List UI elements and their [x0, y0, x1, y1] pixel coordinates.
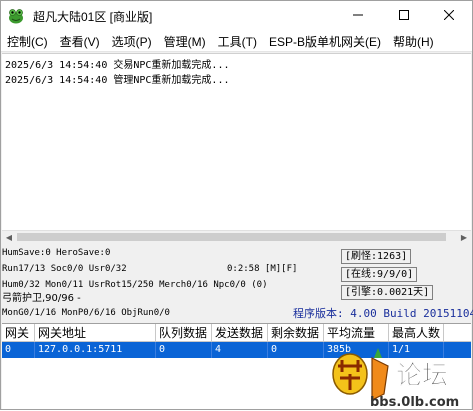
- menu-tools[interactable]: 工具(T): [212, 33, 263, 50]
- scroll-left-arrow-icon[interactable]: ◀: [2, 231, 16, 243]
- cell-max-users: 1/1: [389, 342, 444, 358]
- menu-options[interactable]: 选项(P): [106, 33, 158, 50]
- title-bar[interactable]: 超凡大陆01区 [商业版]: [1, 1, 472, 31]
- menu-bar: 控制(C) 查看(V) 选项(P) 管理(M) 工具(T) ESP-B版单机网关…: [1, 31, 472, 52]
- cell-queue: 0: [156, 342, 212, 358]
- column-address[interactable]: 网关地址: [35, 324, 156, 341]
- menu-help[interactable]: 帮助(H): [387, 33, 440, 50]
- table-row[interactable]: 0 127.0.0.1:5711 0 4 0 385b 1/1: [2, 342, 471, 358]
- column-remaining[interactable]: 剩余数据: [268, 324, 324, 341]
- status-monster-gen: MonG0/1/16 MonP0/6/16 ObjRun0/0: [2, 308, 170, 318]
- log-horizontal-scrollbar[interactable]: ◀ ▶: [2, 230, 471, 242]
- window-title: 超凡大陆01区 [商业版]: [33, 9, 153, 24]
- engine-box: [引擎:0.0021天]: [341, 285, 434, 300]
- close-button[interactable]: [426, 1, 472, 31]
- menu-control[interactable]: 控制(C): [1, 33, 54, 50]
- column-queue[interactable]: 队列数据: [156, 324, 212, 341]
- cell-remaining: 0: [268, 342, 324, 358]
- scroll-right-arrow-icon[interactable]: ▶: [457, 231, 471, 243]
- gateway-table: 网关 网关地址 队列数据 发送数据 剩余数据 平均流量 最高人数 0 127.0…: [2, 323, 471, 409]
- cell-gateway: 0: [2, 342, 35, 358]
- main-window: 超凡大陆01区 [商业版] 控制(C) 查看(V) 选项(P) 管理(M) 工具…: [0, 0, 473, 410]
- status-panel: HumSave:0 HeroSave:0 Run17/13 Soc0/0 Usr…: [1, 243, 473, 321]
- app-frog-icon: [7, 7, 25, 25]
- version-label: 程序版本: 4.00 Build 20151104: [293, 307, 473, 320]
- status-save: HumSave:0 HeroSave:0: [2, 248, 111, 258]
- close-icon: [443, 9, 455, 23]
- column-gateway[interactable]: 网关: [2, 324, 35, 341]
- cell-address: 127.0.0.1:5711: [35, 342, 156, 358]
- status-uptime: 0:2:58 [M][F]: [227, 264, 298, 274]
- column-sent[interactable]: 发送数据: [212, 324, 268, 341]
- cell-avg-traffic: 385b: [324, 342, 389, 358]
- minimize-button[interactable]: [335, 1, 381, 31]
- online-count-box: [在线:9/9/0]: [341, 267, 418, 282]
- maximize-button[interactable]: [381, 1, 427, 31]
- table-header: 网关 网关地址 队列数据 发送数据 剩余数据 平均流量 最高人数: [2, 324, 471, 342]
- log-line: 2025/6/3 14:54:40 交易NPC重新加载完成...: [5, 60, 230, 71]
- column-avg-traffic[interactable]: 平均流量: [324, 324, 389, 341]
- scroll-thumb[interactable]: [17, 233, 446, 241]
- minimize-icon: [353, 9, 363, 23]
- menu-manage[interactable]: 管理(M): [158, 33, 212, 50]
- log-panel[interactable]: 2025/6/3 14:54:40 交易NPC重新加载完成... 2025/6/…: [2, 53, 471, 241]
- menu-view[interactable]: 查看(V): [54, 33, 106, 50]
- status-run: Run17/13 Soc0/0 Usr0/32: [2, 264, 127, 274]
- log-line: 2025/6/3 14:54:40 管理NPC重新加载完成...: [5, 75, 230, 86]
- cell-sent: 4: [212, 342, 268, 358]
- status-guard: 弓箭护卫,90/96 -: [2, 293, 81, 304]
- monster-count-box: [刷怪:1263]: [341, 249, 412, 264]
- menu-gateway[interactable]: ESP-B版单机网关(E): [263, 33, 387, 50]
- status-human: Hum0/32 Mon0/11 UsrRot15/250 Merch0/16 N…: [2, 280, 268, 290]
- column-max-users[interactable]: 最高人数: [389, 324, 444, 341]
- maximize-icon: [399, 9, 409, 23]
